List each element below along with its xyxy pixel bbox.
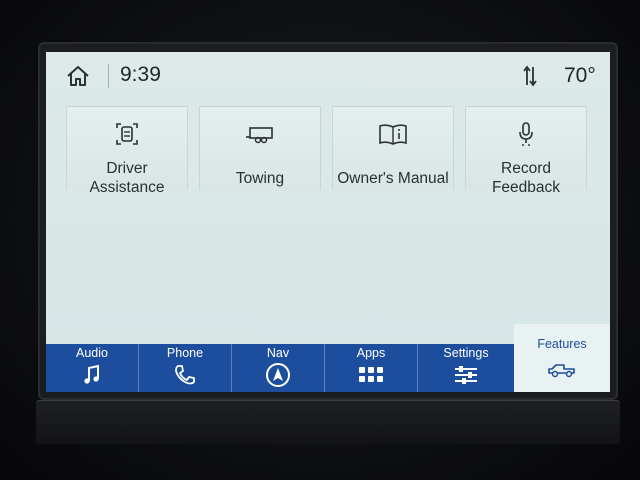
tile-label: Towing xyxy=(235,170,285,187)
trailer-icon xyxy=(246,127,273,144)
truck-icon xyxy=(548,364,575,378)
tile-record-feedback[interactable]: Record Feedback xyxy=(465,106,587,196)
nav-apps[interactable]: Apps xyxy=(325,344,418,392)
dashboard-lower-trim xyxy=(36,400,620,444)
microphone-icon xyxy=(519,122,533,146)
sliders-icon xyxy=(455,366,477,384)
home-icon xyxy=(67,66,89,86)
nav-label: Features xyxy=(537,337,587,351)
outside-temperature: 70° xyxy=(564,64,596,87)
phone-icon xyxy=(175,365,195,385)
bottom-nav-bar: Audio Phone Nav Apps Settings xyxy=(46,344,514,392)
clock: 9:39 xyxy=(120,63,161,86)
tile-driver-assistance[interactable]: Driver Assistance xyxy=(66,106,188,196)
manual-book-icon xyxy=(379,124,407,145)
status-bar: 9:39 70° xyxy=(46,52,610,100)
driver-assistance-icon xyxy=(116,123,138,145)
infotainment-screen: 9:39 70° Driver Assistance Towing Owner'… xyxy=(46,52,610,392)
navigation-arrow-icon xyxy=(266,363,290,387)
music-note-icon xyxy=(84,364,99,384)
nav-label: Phone xyxy=(166,346,204,360)
apps-grid-icon xyxy=(359,367,383,382)
tile-label: Owner's Manual xyxy=(337,170,449,187)
status-divider xyxy=(108,64,109,88)
tile-owners-manual[interactable]: Owner's Manual xyxy=(332,106,454,190)
nav-nav[interactable]: Nav xyxy=(232,344,325,392)
nav-label: Nav xyxy=(266,346,290,360)
nav-settings[interactable]: Settings xyxy=(418,344,514,392)
nav-phone[interactable]: Phone xyxy=(139,344,232,392)
tile-label: Driver Assistance xyxy=(89,160,165,196)
nav-label: Apps xyxy=(356,346,386,360)
nav-label: Settings xyxy=(443,346,489,360)
sync-icon xyxy=(522,65,538,87)
home-button[interactable] xyxy=(64,64,92,88)
tile-label: Record Feedback xyxy=(491,160,561,196)
nav-label: Audio xyxy=(76,346,108,360)
nav-audio[interactable]: Audio xyxy=(46,344,139,392)
tile-towing[interactable]: Towing xyxy=(199,106,321,190)
nav-features[interactable]: Features xyxy=(514,324,610,392)
